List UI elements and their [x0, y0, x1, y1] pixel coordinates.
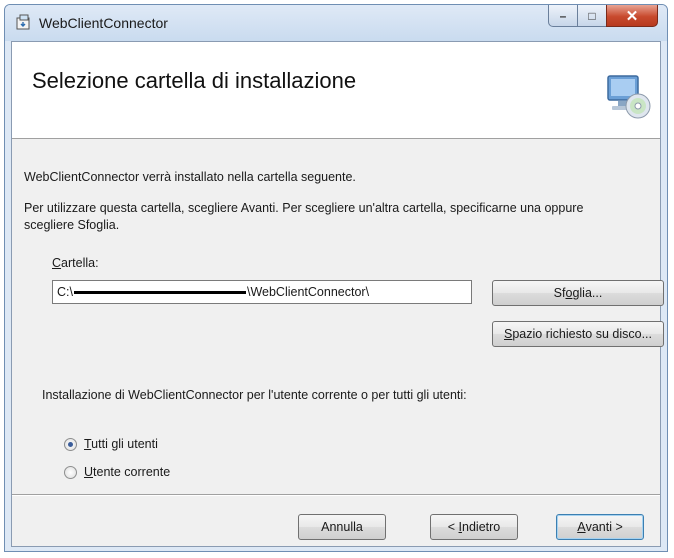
current-user-label[interactable]: Utente corrente	[84, 465, 170, 479]
window-title: WebClientConnector	[39, 15, 168, 31]
browse-access-key: o	[565, 286, 573, 300]
next-access-key: A	[577, 520, 586, 534]
browse-label-pre: Sf	[553, 286, 566, 300]
all-users-text: utti gli utenti	[91, 437, 158, 451]
cancel-label: Annulla	[321, 520, 363, 534]
disk-space-button[interactable]: Spazio richiesto su disco...	[492, 321, 664, 347]
intro-text: WebClientConnector verrà installato nell…	[24, 170, 356, 184]
page-title: Selezione cartella di installazione	[32, 68, 357, 93]
dialog-client-area: Selezione cartella di installazione WebC…	[11, 41, 664, 547]
disk-space-access-key: S	[504, 327, 513, 341]
maximize-button[interactable]: □	[577, 5, 607, 27]
title-bar[interactable]: WebClientConnector – □ ✕	[5, 5, 667, 41]
cancel-button[interactable]: Annulla	[298, 514, 386, 540]
current-user-radio[interactable]	[64, 466, 77, 479]
browse-label-post: glia...	[572, 286, 603, 300]
folder-label: Cartella:	[52, 256, 99, 270]
browse-button[interactable]: Sf o glia...	[492, 280, 664, 306]
installer-window: WebClientConnector – □ ✕ Selezione carte…	[4, 4, 668, 552]
close-button[interactable]: ✕	[606, 5, 658, 27]
folder-label-text: artella:	[61, 256, 99, 270]
footer-separator	[12, 494, 660, 496]
minimize-icon: –	[559, 8, 567, 23]
close-icon: ✕	[625, 7, 639, 25]
back-button[interactable]: < Indietro	[430, 514, 518, 540]
back-label-pre: <	[447, 520, 459, 534]
header-banner: Selezione cartella di installazione	[12, 42, 660, 139]
all-users-label[interactable]: Tutti gli utenti	[84, 437, 158, 451]
redaction-bar	[73, 291, 246, 295]
folder-path-prefix: C:\	[57, 285, 73, 299]
computer-disc-icon	[607, 75, 651, 119]
next-label: vanti >	[585, 520, 623, 534]
instructions-text: Per utilizzare questa cartella, sceglier…	[24, 201, 584, 232]
folder-label-access-key: C	[52, 256, 62, 270]
back-label: ndietro	[462, 520, 501, 534]
disk-space-label: pazio richiesto su disco...	[512, 327, 652, 341]
current-user-access-key: U	[84, 465, 94, 479]
folder-path-suffix: \WebClientConnector\	[246, 285, 370, 299]
installer-icon	[16, 14, 30, 30]
folder-path-input[interactable]: C:\ \WebClientConnector\	[52, 280, 472, 304]
all-users-radio[interactable]	[64, 438, 77, 451]
install-scope-question: Installazione di WebClientConnector per …	[42, 388, 467, 402]
current-user-text: tente corrente	[93, 465, 171, 479]
next-button[interactable]: Avanti >	[556, 514, 644, 540]
minimize-button[interactable]: –	[548, 5, 578, 27]
maximize-icon: □	[588, 8, 596, 23]
